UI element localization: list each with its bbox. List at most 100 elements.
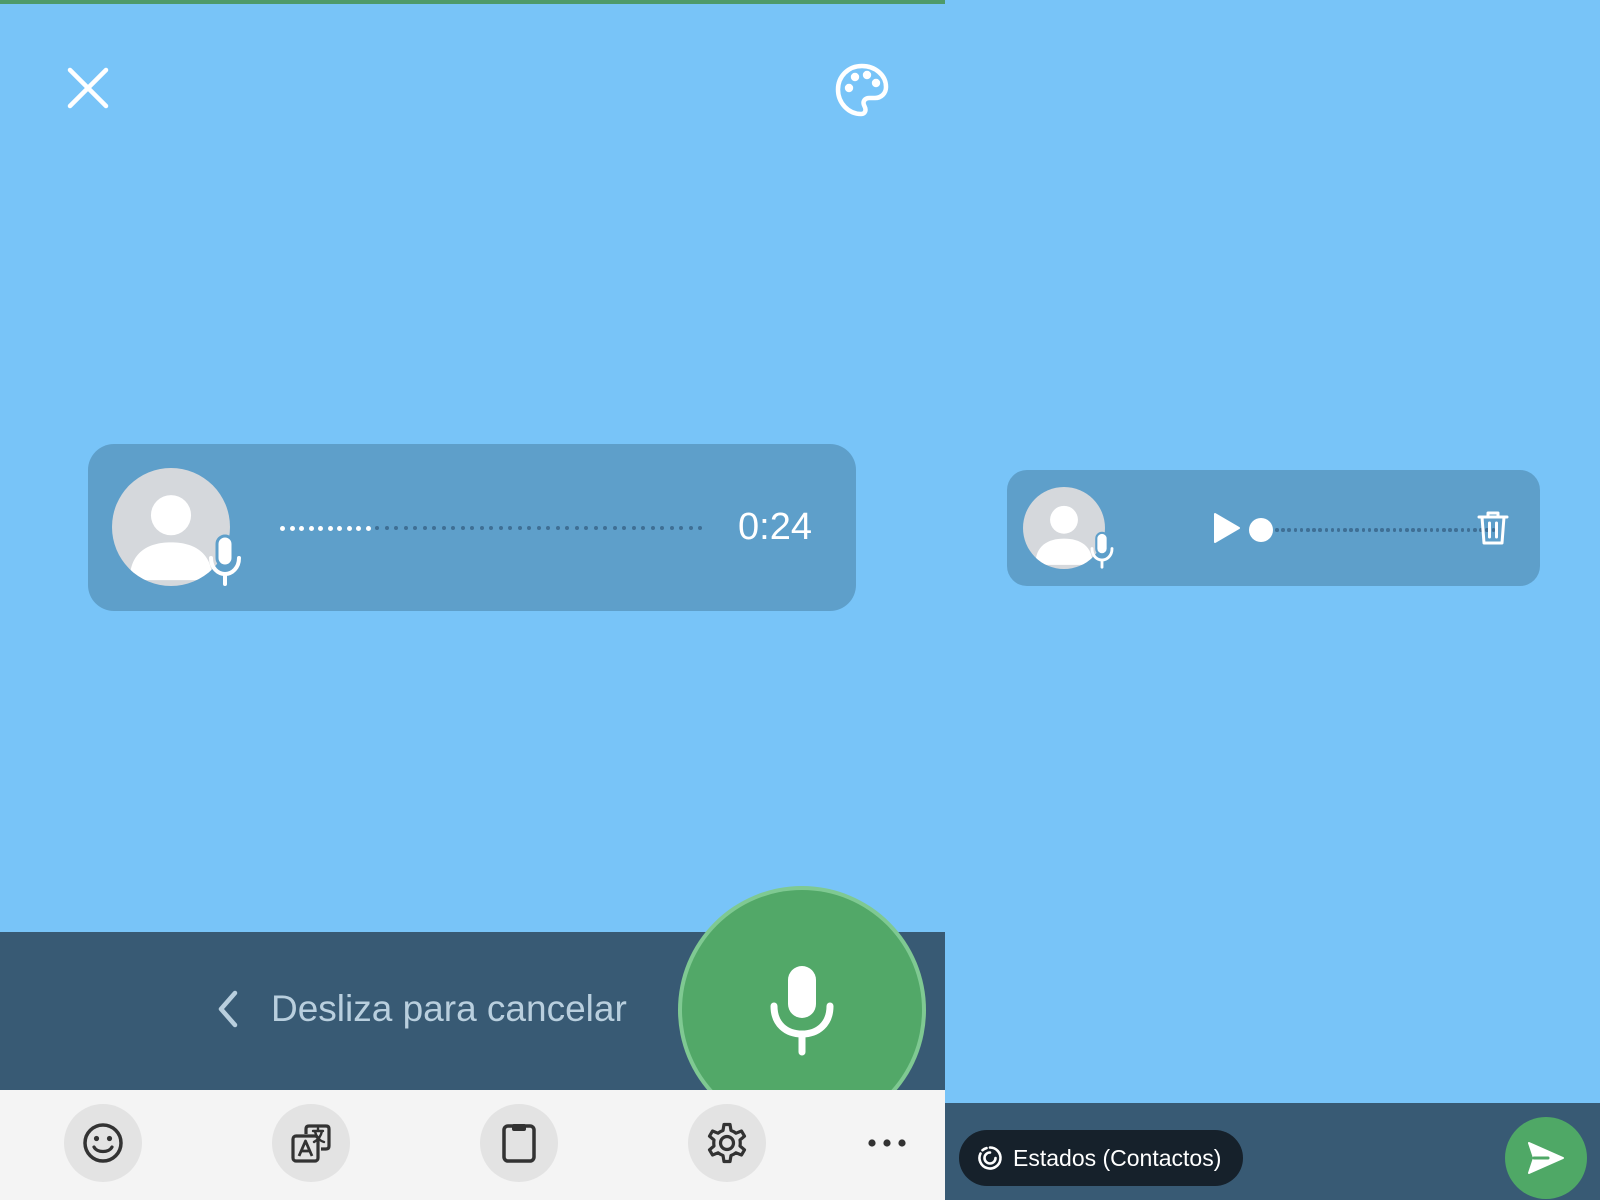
waveform-dot: [1398, 528, 1403, 532]
waveform-dot: [679, 526, 683, 530]
waveform-dot: [1380, 528, 1384, 532]
waveform-dot: [318, 525, 323, 531]
waveform-dot: [584, 526, 588, 530]
waveform-dot: [593, 526, 598, 530]
waveform-dot: [546, 526, 550, 530]
waveform-dot: [1299, 528, 1304, 532]
close-button[interactable]: [58, 58, 118, 118]
recording-duration: 0:24: [738, 506, 812, 548]
close-icon: [67, 67, 109, 109]
waveform-dot: [612, 526, 617, 530]
delete-button[interactable]: [1476, 510, 1510, 546]
waveform-dot: [1429, 528, 1434, 532]
more-horizontal-icon: [868, 1139, 906, 1147]
keyboard-toolbar: [0, 1090, 945, 1200]
waveform-dot: [289, 525, 295, 531]
waveform-dot: [1392, 528, 1397, 532]
waveform-dot: [460, 526, 465, 530]
waveform-dot: [1374, 528, 1378, 532]
slide-to-cancel[interactable]: Desliza para cancelar: [215, 988, 627, 1030]
waveform-dot: [1460, 528, 1465, 532]
waveform-dot: [1349, 528, 1353, 532]
waveform-dot: [555, 526, 560, 530]
waveform-dot: [1423, 528, 1428, 532]
waveform-dot: [650, 526, 655, 530]
more-button[interactable]: [848, 1104, 926, 1182]
microphone-badge: [1088, 530, 1116, 574]
waveform-dot: [527, 526, 531, 530]
waveform-dot: [1293, 528, 1298, 532]
translate-button[interactable]: [272, 1104, 350, 1182]
waveform-dot: [641, 526, 645, 530]
chevron-left-icon: [218, 990, 238, 1028]
microphone-icon: [209, 534, 241, 586]
send-button[interactable]: [1505, 1117, 1587, 1199]
waveform: [1275, 526, 1498, 534]
slide-to-cancel-label: Desliza para cancelar: [271, 988, 627, 1029]
waveform-dot: [394, 526, 398, 530]
play-button[interactable]: [1207, 510, 1243, 546]
waveform-dot: [470, 526, 474, 530]
waveform-dot: [1435, 528, 1440, 532]
waveform-dot: [669, 526, 674, 530]
waveform-dot: [403, 526, 408, 530]
waveform-dot: [280, 525, 285, 531]
waveform-dot: [1275, 528, 1279, 532]
waveform-dot: [698, 526, 702, 530]
recording-screen: 0:24 Desliza para cancelar: [0, 0, 945, 1200]
waveform-dot: [631, 526, 636, 530]
waveform-dot: [479, 526, 484, 530]
waveform-dot: [1367, 528, 1372, 532]
audience-selector[interactable]: Estados (Contactos): [959, 1130, 1244, 1186]
emoji-button[interactable]: [64, 1104, 142, 1182]
status-ring-icon: [978, 1146, 1002, 1170]
preview-screen: Estados (Contactos): [945, 0, 1600, 1200]
emoji-icon: [83, 1123, 123, 1163]
waveform-dot: [660, 526, 664, 530]
waveform-dot: [1454, 528, 1459, 532]
waveform-dot: [337, 525, 342, 531]
trash-icon: [1477, 511, 1509, 545]
waveform-dot: [441, 526, 446, 530]
waveform-dot: [1466, 528, 1471, 532]
play-icon: [1214, 513, 1240, 543]
microphone-badge: [206, 532, 244, 592]
waveform: [280, 522, 708, 534]
settings-button[interactable]: [688, 1104, 766, 1182]
waveform-dot: [603, 526, 607, 530]
waveform-dot: [346, 525, 352, 531]
audience-label: Estados (Contactos): [1013, 1144, 1222, 1171]
waveform-dot: [1330, 528, 1335, 532]
microphone-icon: [770, 966, 834, 1056]
waveform-dot: [489, 526, 493, 530]
waveform-dot: [1305, 528, 1310, 532]
send-bar: Estados (Contactos): [945, 1103, 1600, 1200]
waveform-dot: [1417, 528, 1421, 532]
waveform-dot: [375, 526, 379, 530]
waveform-dot: [365, 525, 371, 531]
waveform-dot: [517, 526, 522, 530]
waveform-dot: [574, 526, 579, 530]
voice-message-bubble: [1007, 470, 1540, 586]
waveform-dot: [308, 525, 314, 531]
waveform-dot: [432, 526, 436, 530]
waveform-dot: [1324, 528, 1329, 532]
top-accent-line: [0, 0, 945, 4]
waveform-dot: [413, 526, 417, 530]
waveform-dot: [565, 526, 569, 530]
waveform-dot: [1336, 528, 1341, 532]
waveform-dot: [1411, 528, 1415, 532]
playback-scrubber[interactable]: [1249, 518, 1273, 542]
waveform-dot: [451, 526, 455, 530]
clipboard-button[interactable]: [480, 1104, 558, 1182]
translate-icon: [291, 1124, 331, 1163]
waveform-dot: [1355, 528, 1360, 532]
waveform-dot: [688, 526, 693, 530]
waveform-dot: [1404, 528, 1409, 532]
waveform-dot: [508, 526, 512, 530]
palette-button[interactable]: [830, 58, 894, 122]
microphone-icon: [1090, 531, 1114, 569]
waveform-dot: [1361, 528, 1366, 532]
clipboard-icon: [502, 1124, 536, 1163]
voice-message-bubble: 0:24: [88, 444, 856, 611]
